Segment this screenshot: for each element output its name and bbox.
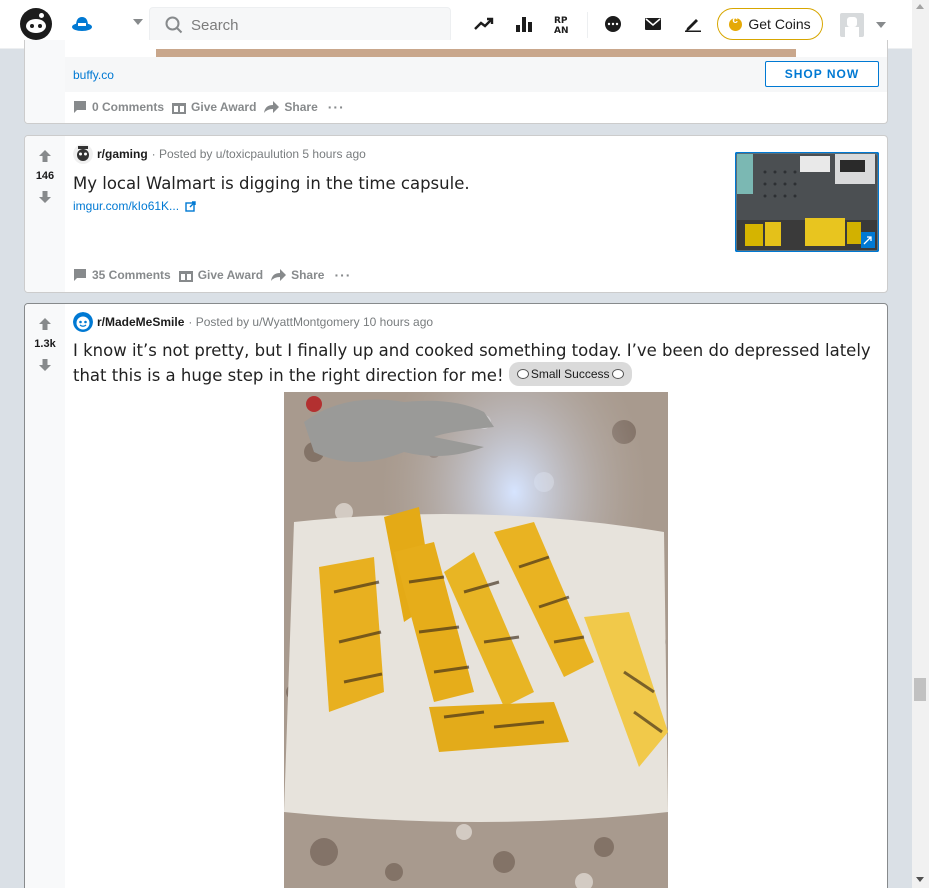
upvote-icon[interactable] xyxy=(38,149,52,163)
post-title[interactable]: I know it’s not pretty, but I finally up… xyxy=(73,340,873,387)
share-icon xyxy=(271,268,287,281)
post-link[interactable]: imgur.com/kIo61K... xyxy=(73,199,196,213)
downvote-icon[interactable] xyxy=(38,190,52,204)
post-actions: 35 Comments Give Award Share ··· xyxy=(73,267,359,283)
snoo-flair-icon xyxy=(611,369,624,379)
share-icon xyxy=(264,100,280,113)
posted-by[interactable]: · Posted by u/WyattMontgomery 10 hours a… xyxy=(188,315,433,329)
coin-icon xyxy=(729,15,743,31)
snoo-flair-icon xyxy=(516,369,529,379)
reddit-logo-icon[interactable] xyxy=(20,8,52,40)
shop-now-button[interactable]: SHOP NOW xyxy=(765,61,879,87)
post-title[interactable]: My local Walmart is digging in the time … xyxy=(73,173,470,195)
ad-domain-link[interactable]: buffy.co xyxy=(73,68,114,82)
shop-now-label: SHOP NOW xyxy=(784,67,860,81)
home-feed-icon[interactable] xyxy=(70,13,94,37)
give-award-button[interactable]: Give Award xyxy=(178,268,263,282)
post-image[interactable] xyxy=(284,392,668,888)
upvote-icon[interactable] xyxy=(38,317,52,331)
post-thumbnail[interactable] xyxy=(735,152,879,252)
downvote-icon[interactable] xyxy=(38,358,52,372)
comment-icon xyxy=(74,269,86,281)
rpan-icon[interactable]: RP AN xyxy=(553,13,575,35)
subreddit-link[interactable]: r/gaming xyxy=(97,147,148,161)
vote-score: 1.3k xyxy=(34,338,56,350)
subreddit-link[interactable]: r/MadeMeSmile xyxy=(97,315,184,329)
more-options-icon[interactable]: ··· xyxy=(328,99,345,115)
mail-icon[interactable] xyxy=(642,13,664,35)
create-post-pencil-icon[interactable] xyxy=(682,13,704,35)
trending-icon[interactable] xyxy=(473,13,495,35)
search-input[interactable] xyxy=(191,16,431,34)
user-menu-chevron-icon[interactable] xyxy=(876,22,886,28)
post-card[interactable]: 1.3k r/MadeMeSmile · Posted by u/WyattMo… xyxy=(24,303,888,888)
comments-button[interactable]: 0 Comments xyxy=(73,100,164,114)
share-button[interactable]: Share xyxy=(264,100,318,114)
scrollbar-thumb[interactable] xyxy=(914,678,926,701)
promoted-post[interactable]: buffy.co SHOP NOW 0 Comments Give Award … xyxy=(24,40,888,124)
post-card[interactable]: 146 r/gaming · Posted by u/toxicpaulutio… xyxy=(24,135,888,293)
svg-text:AN: AN xyxy=(554,26,569,34)
subreddit-gaming-icon[interactable] xyxy=(73,144,93,164)
give-award-button[interactable]: Give Award xyxy=(172,100,256,114)
subreddit-mademesmile-icon[interactable] xyxy=(73,312,93,332)
post-flair[interactable]: Small Success xyxy=(508,362,632,386)
search-bar[interactable] xyxy=(149,7,451,43)
external-link-icon xyxy=(185,200,196,212)
get-coins-label: Get Coins xyxy=(748,16,811,32)
comment-icon xyxy=(74,101,86,113)
post-meta: r/gaming · Posted by u/toxicpaulution 5 … xyxy=(73,144,366,164)
user-avatar[interactable] xyxy=(840,13,864,37)
scroll-down-arrow-icon[interactable] xyxy=(916,877,924,882)
chat-icon[interactable] xyxy=(602,13,624,35)
ad-image-edge xyxy=(156,49,796,57)
scroll-up-arrow-icon[interactable] xyxy=(916,4,924,9)
svg-text:RP: RP xyxy=(554,16,568,26)
comments-button[interactable]: 35 Comments xyxy=(73,268,171,282)
search-icon xyxy=(165,16,183,34)
posted-by[interactable]: · Posted by u/toxicpaulution 5 hours ago xyxy=(152,147,366,161)
page-scrollbar[interactable] xyxy=(912,0,929,888)
post-meta: r/MadeMeSmile · Posted by u/WyattMontgom… xyxy=(73,312,433,332)
get-coins-button[interactable]: Get Coins xyxy=(717,8,823,40)
header-divider xyxy=(587,12,588,38)
more-options-icon[interactable]: ··· xyxy=(334,267,351,283)
share-button[interactable]: Share xyxy=(271,268,324,282)
leaderboard-icon[interactable] xyxy=(513,13,535,35)
feed-dropdown-chevron-icon[interactable] xyxy=(133,19,143,25)
gift-icon xyxy=(172,103,187,114)
ad-actions: 0 Comments Give Award Share ··· xyxy=(73,99,353,115)
gift-icon xyxy=(178,271,193,282)
vote-score: 146 xyxy=(35,170,55,182)
